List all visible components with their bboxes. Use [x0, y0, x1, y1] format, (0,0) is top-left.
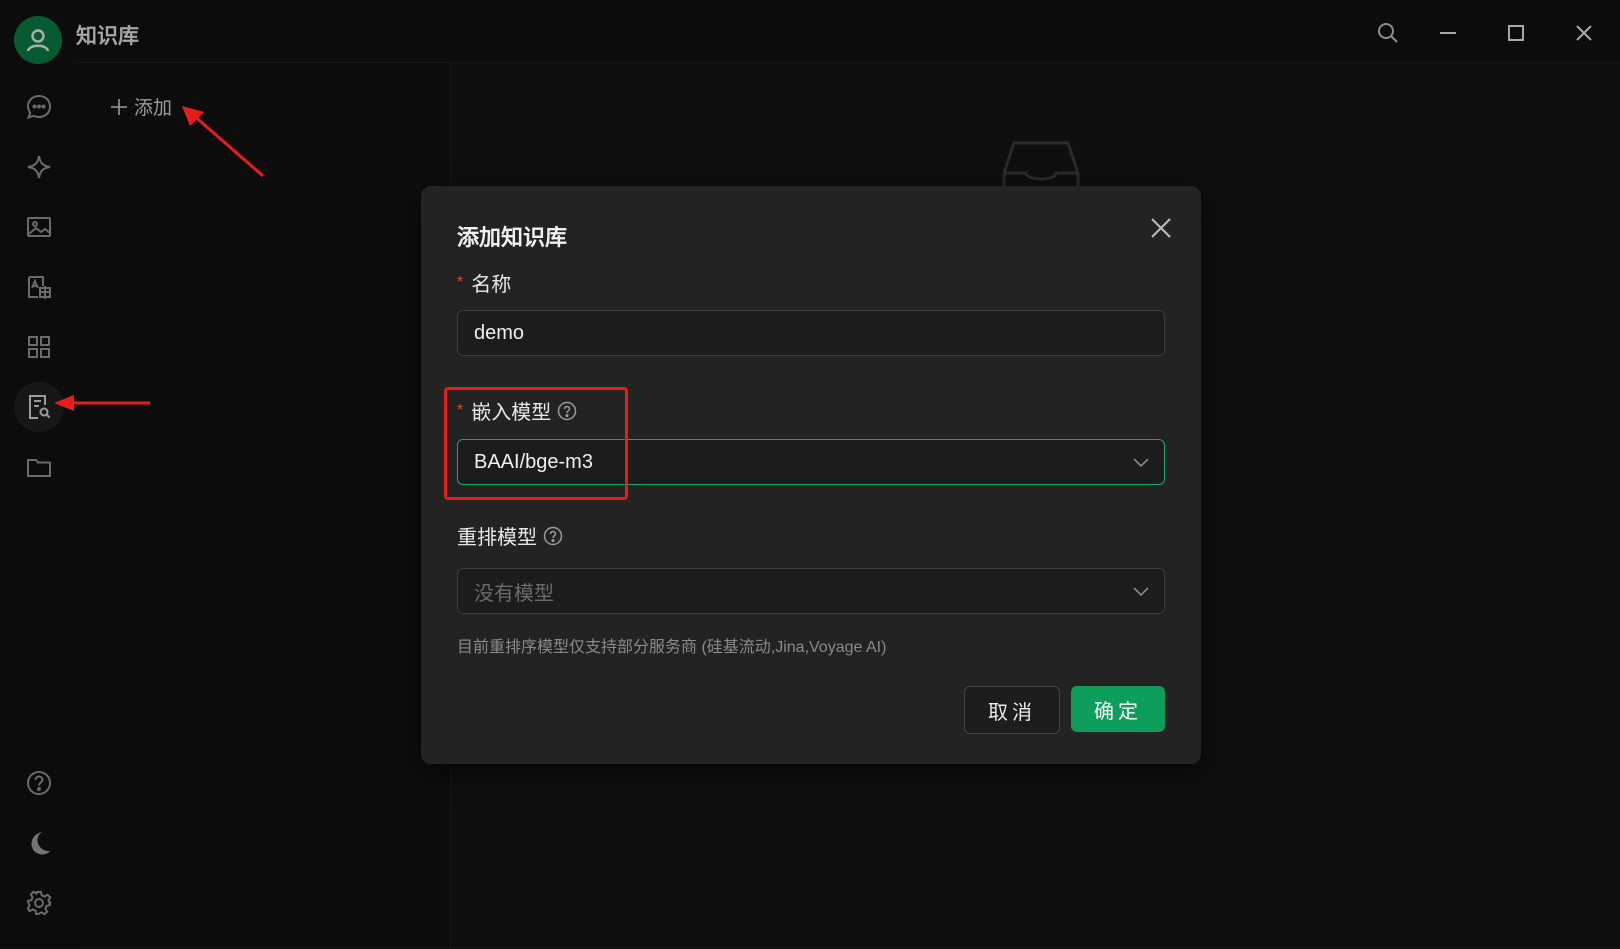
name-input[interactable]: demo	[457, 310, 1165, 356]
name-label-row: * 名称	[457, 268, 511, 297]
help-icon[interactable]	[543, 526, 563, 546]
name-label: 名称	[471, 274, 512, 296]
chevron-down-icon	[1133, 458, 1149, 468]
rerank-model-placeholder: 没有模型	[474, 582, 554, 605]
chevron-down-icon	[1133, 587, 1149, 597]
annotation-highlight-box	[444, 387, 628, 500]
confirm-button[interactable]: 确定	[1071, 686, 1165, 732]
annotation-arrow-sidebar	[54, 395, 150, 411]
dialog-title: 添加知识库	[457, 225, 568, 250]
name-input-value: demo	[474, 321, 525, 344]
required-mark: *	[457, 273, 464, 291]
rerank-label-row: 重排模型	[457, 521, 563, 550]
rerank-label: 重排模型	[457, 527, 537, 549]
annotation-arrow-add	[182, 106, 264, 178]
dialog-close-button[interactable]	[1145, 212, 1177, 244]
rerank-hint: 目前重排序模型仅支持部分服务商 (硅基流动,Jina,Voyage AI)	[457, 639, 887, 656]
cancel-button[interactable]: 取消	[964, 686, 1060, 734]
close-icon	[1151, 218, 1171, 238]
rerank-model-select[interactable]: 没有模型	[457, 568, 1165, 614]
